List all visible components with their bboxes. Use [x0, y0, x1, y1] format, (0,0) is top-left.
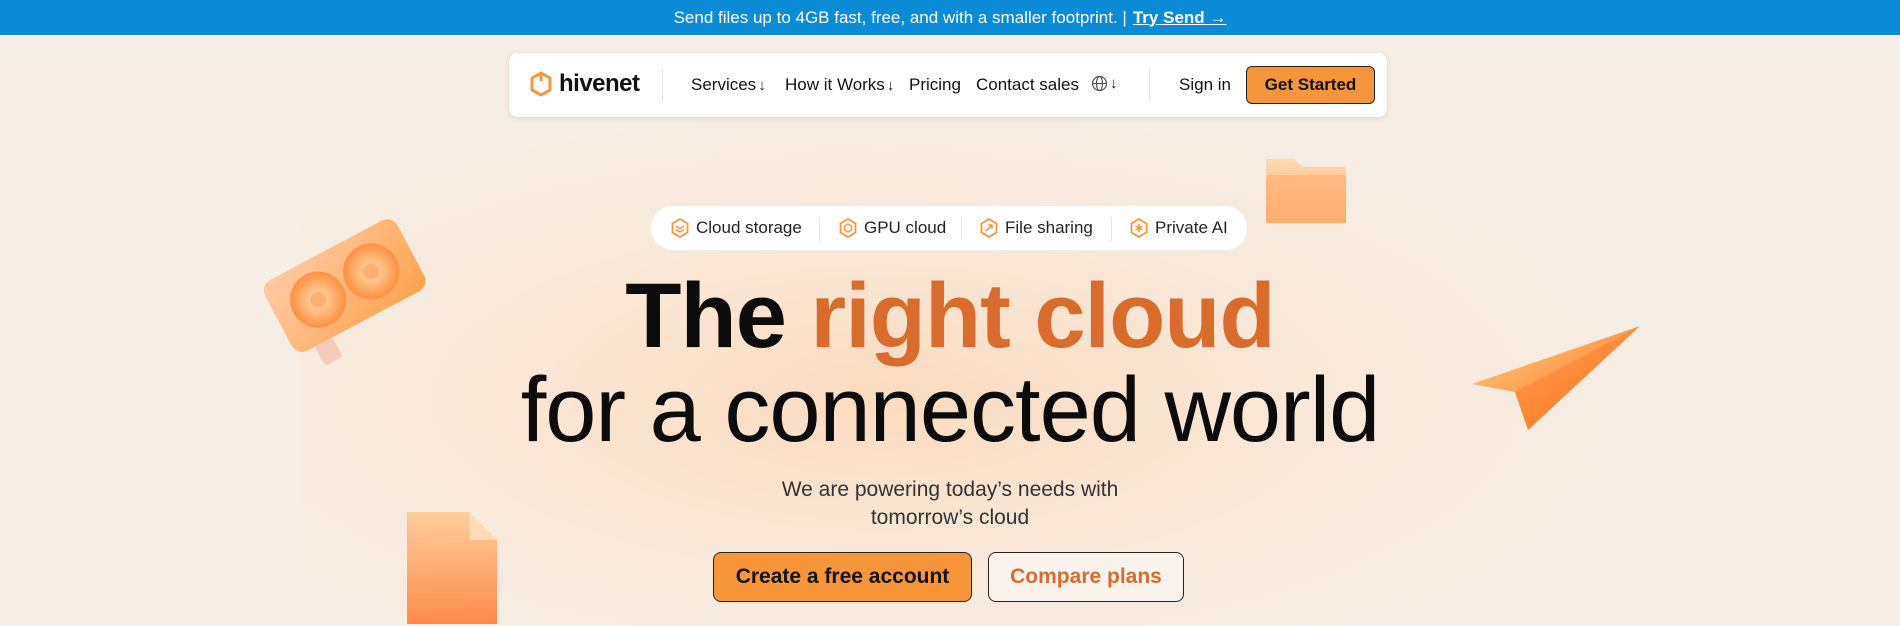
pill-gpu-cloud[interactable]: GPU cloud: [839, 218, 946, 238]
nav-how-it-works[interactable]: How it Works ↓: [785, 75, 894, 95]
nav-services-label: Services: [691, 75, 757, 94]
get-started-button[interactable]: Get Started: [1246, 66, 1375, 104]
pill-divider: [961, 217, 962, 241]
hero-subtitle: We are powering today’s needs with tomor…: [700, 476, 1200, 532]
pill-divider: [1111, 217, 1112, 241]
sign-in-link[interactable]: Sign in: [1179, 75, 1231, 95]
pill-private-ai[interactable]: Private AI: [1130, 218, 1228, 238]
cloud-storage-icon: [671, 218, 689, 238]
promo-banner: Send files up to 4GB fast, free, and wit…: [0, 0, 1900, 35]
arrow-down-icon: ↓: [1110, 75, 1118, 92]
gpu-cloud-icon: [839, 218, 857, 238]
hivenet-hexagon-icon: [530, 71, 552, 97]
logo-wordmark: hivenet: [559, 70, 640, 97]
pill-gpu-cloud-label: GPU cloud: [864, 218, 947, 237]
pill-divider: [819, 217, 820, 241]
file-sharing-icon: [980, 218, 998, 238]
nav-services[interactable]: Services ↓: [691, 75, 766, 95]
language-selector[interactable]: ↓: [1091, 75, 1118, 92]
arrow-down-icon: ↓: [886, 76, 895, 94]
pill-file-sharing-label: File sharing: [1005, 218, 1093, 237]
nav-pricing-label: Pricing: [909, 75, 961, 94]
hero-headline-line-1: The right cloud: [0, 270, 1900, 362]
try-send-link[interactable]: Try Send →: [1133, 8, 1227, 28]
service-pills: Cloud storage GPU cloud File sharing Pri…: [650, 205, 1248, 251]
file-illustration: [407, 512, 497, 624]
main-navigation: hivenet Services ↓ How it Works ↓ Pricin…: [509, 53, 1387, 117]
hero-subtitle-line-1: We are powering today’s needs with: [781, 478, 1119, 501]
hero-headline-accent: right cloud: [810, 265, 1275, 367]
hero-headline-line-2: for a connected world: [520, 359, 1381, 461]
globe-icon: [1091, 75, 1108, 92]
nav-contact-sales-label: Contact sales: [976, 75, 1079, 94]
hero-headline-plain: The: [625, 265, 787, 367]
hero-subtitle-line-2: tomorrow’s cloud: [870, 506, 1030, 529]
compare-plans-button[interactable]: Compare plans: [988, 552, 1184, 602]
promo-banner-text: Send files up to 4GB fast, free, and wit…: [673, 7, 1127, 27]
pill-private-ai-label: Private AI: [1155, 218, 1228, 237]
pill-cloud-storage[interactable]: Cloud storage: [671, 218, 802, 238]
create-free-account-button[interactable]: Create a free account: [713, 552, 972, 602]
arrow-down-icon: ↓: [758, 76, 766, 94]
sign-in-label: Sign in: [1179, 75, 1231, 94]
pill-file-sharing[interactable]: File sharing: [980, 218, 1093, 238]
nav-divider: [662, 69, 663, 101]
hivenet-logo[interactable]: hivenet: [529, 70, 640, 98]
nav-divider: [1149, 69, 1150, 101]
pill-cloud-storage-label: Cloud storage: [696, 218, 802, 237]
nav-how-it-works-label: How it Works: [785, 75, 885, 94]
folder-illustration: [1266, 159, 1346, 223]
nav-contact-sales[interactable]: Contact sales: [976, 75, 1079, 95]
nav-pricing[interactable]: Pricing: [909, 75, 961, 95]
private-ai-icon: [1130, 218, 1148, 238]
